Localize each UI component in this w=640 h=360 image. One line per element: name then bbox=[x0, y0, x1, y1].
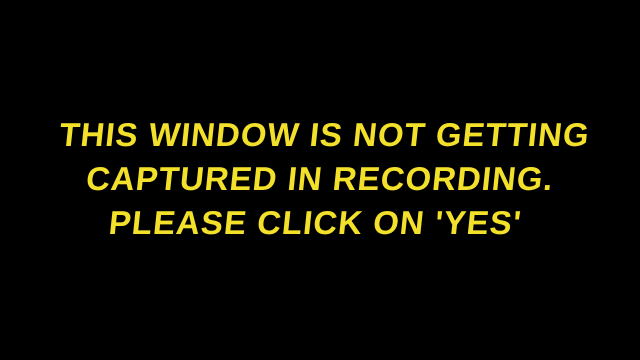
recording-notice-message: This window is not getting captured in r… bbox=[0, 113, 640, 245]
notice-line-3: Please click on 'Yes' bbox=[107, 204, 524, 241]
notice-line-2: captured in recording. bbox=[84, 160, 556, 197]
recording-notice-screen: This window is not getting captured in r… bbox=[0, 0, 640, 360]
notice-line-1: This window is not getting bbox=[57, 116, 592, 153]
